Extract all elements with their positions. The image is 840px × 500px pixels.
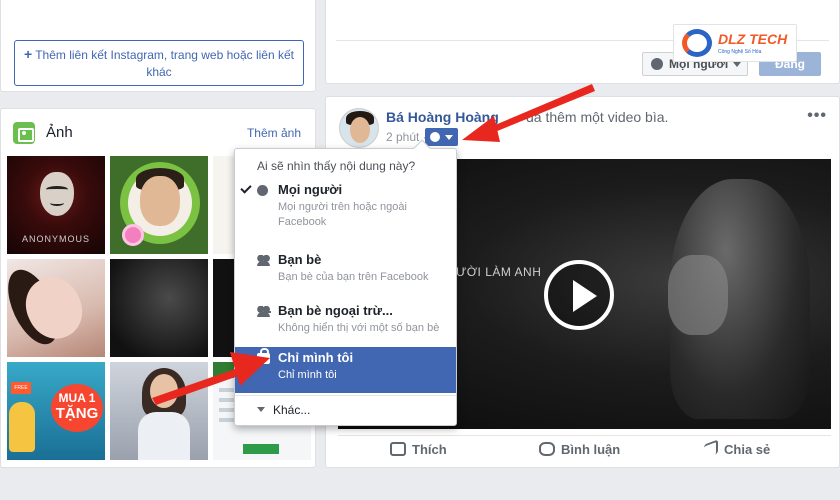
promo-badge: MUA 1 TẶNG: [51, 384, 103, 432]
privacy-option-friends[interactable]: Bạn bè Bạn bè của bạn trên Facebook: [235, 249, 456, 293]
option-description: Không hiển thị với một số bạn bè: [278, 322, 440, 334]
flower-decoration: [122, 224, 144, 246]
caret-down-icon: [733, 62, 741, 67]
option-description: Chỉ mình tôi: [278, 369, 337, 381]
comment-label: Bình luận: [561, 442, 621, 457]
photo-thumbnail[interactable]: [110, 362, 208, 460]
lock-icon: [257, 348, 270, 364]
post-author-link[interactable]: Bá Hoàng Hoàng: [386, 109, 499, 125]
app-button: [243, 444, 279, 454]
checkmark-icon: [240, 182, 252, 194]
privacy-option-only-me[interactable]: Chỉ mình tôi Chỉ mình tôi: [235, 347, 456, 393]
friends-except-icon: [257, 306, 271, 317]
dlz-tech-logo: DLZ TECH Công Nghệ Số Hóa: [673, 24, 797, 62]
post-action-text: đã thêm một video bìa.: [526, 109, 669, 125]
option-title: Chỉ mình tôi: [278, 350, 354, 365]
video-caption: ƯỜI LÀM ANH: [456, 265, 542, 279]
logo-text: DLZ TECH: [718, 31, 788, 47]
comment-button[interactable]: Bình luận: [539, 442, 620, 457]
privacy-option-more[interactable]: Khác...: [257, 403, 310, 417]
privacy-dropdown-menu: Ai sẽ nhìn thấy nội dung này? Mọi người …: [234, 139, 457, 426]
promo-line-2: TẶNG: [55, 405, 99, 422]
like-button[interactable]: Thích: [390, 442, 447, 457]
share-button[interactable]: Chia sẻ: [704, 439, 771, 459]
option-description: Mọi người trên hoặc ngoài Facebook: [278, 201, 407, 228]
post-actions-bar: Thích Bình luận Chia sẻ: [338, 435, 831, 463]
option-description: Bạn bè của bạn trên Facebook: [278, 271, 429, 283]
free-tag: FREE: [11, 382, 31, 394]
portrait-face: [140, 176, 180, 226]
add-photo-link[interactable]: Thêm ảnh: [247, 126, 301, 140]
photo-thumbnail[interactable]: [7, 259, 105, 357]
option-title: Mọi người: [278, 182, 343, 197]
play-icon: [573, 280, 597, 312]
privacy-option-public[interactable]: Mọi người Mọi người trên hoặc ngoài Face…: [235, 179, 456, 237]
share-label: Chia sẻ: [724, 442, 771, 457]
add-link-label: Thêm liên kết Instagram, trang web hoặc …: [35, 48, 294, 79]
video-hands: [668, 255, 728, 335]
globe-icon: [651, 58, 663, 70]
add-link-button[interactable]: + Thêm liên kết Instagram, trang web hoặc…: [14, 40, 304, 86]
menu-divider: [235, 395, 456, 396]
friends-icon: [257, 255, 270, 266]
thumbs-up-icon: [390, 442, 406, 456]
promo-line-1: MUA 1: [58, 391, 96, 405]
anonymous-mask-image: [40, 172, 74, 216]
plus-icon: +: [24, 46, 33, 62]
logo-mark-icon: [682, 29, 712, 57]
like-label: Thích: [412, 442, 447, 457]
logo-tagline: Công Nghệ Số Hóa: [718, 49, 762, 55]
option-title: Bạn bè ngoại trừ...: [278, 303, 393, 318]
avatar-face: [350, 117, 370, 143]
globe-icon: [430, 132, 440, 142]
caret-down-icon: [257, 407, 265, 412]
photo-thumbnail[interactable]: ANONYMOUS: [7, 156, 105, 254]
globe-icon: [257, 185, 268, 196]
menu-header: Ai sẽ nhìn thấy nội dung này?: [257, 159, 416, 173]
more-label: Khác...: [273, 403, 311, 417]
intro-card: + Thêm liên kết Instagram, trang web hoặc…: [0, 0, 316, 92]
play-button[interactable]: [544, 260, 614, 330]
author-avatar[interactable]: [339, 108, 379, 148]
photos-icon: [13, 122, 35, 144]
caret-down-icon: [445, 135, 453, 140]
photo-thumbnail[interactable]: [110, 259, 208, 357]
portrait-body: [138, 412, 190, 460]
option-title: Bạn bè: [278, 252, 322, 267]
photo-thumbnail[interactable]: [110, 156, 208, 254]
photos-title: Ảnh: [46, 124, 73, 141]
more-options-icon[interactable]: •••: [807, 107, 827, 125]
comment-icon: [539, 442, 555, 456]
share-arrow-icon: [704, 439, 718, 459]
thumbnail-caption: ANONYMOUS: [21, 234, 90, 244]
privacy-option-friends-except[interactable]: Bạn bè ngoại trừ... Không hiển thị với m…: [235, 300, 456, 344]
mascot-figure: [9, 402, 35, 452]
photo-thumbnail[interactable]: FREE MUA 1 TẶNG: [7, 362, 105, 460]
portrait-face: [150, 374, 178, 408]
privacy-selector-button[interactable]: [425, 128, 458, 146]
